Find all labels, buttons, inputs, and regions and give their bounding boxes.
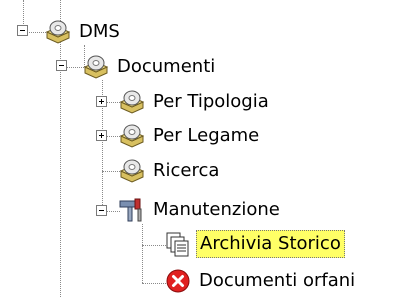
folder-cd-icon (83, 55, 109, 79)
error-icon (166, 269, 190, 293)
tree-node-label: Per Legame (153, 125, 260, 146)
tree-node-label: Documenti (117, 56, 216, 77)
navigation-tree: DMS Documenti Per Tipologia Per Legame R… (0, 0, 405, 297)
tools-icon (119, 198, 142, 222)
tree-node-per-tipologia[interactable]: Per Tipologia (118, 87, 272, 117)
folder-cd-icon (119, 90, 145, 114)
tree-node-documenti-orfani[interactable]: Documenti orfani (164, 266, 358, 296)
tree-node-label: Per Tipologia (153, 91, 269, 112)
tree-connector (142, 224, 143, 283)
collapse-toggle-manutenzione[interactable] (96, 205, 107, 216)
tree-node-label: DMS (79, 21, 120, 42)
tree-node-dms[interactable]: DMS (44, 17, 123, 47)
tree-node-ricerca[interactable]: Ricerca (118, 156, 222, 186)
tree-connector (142, 245, 166, 246)
tree-node-documenti[interactable]: Documenti (82, 52, 218, 82)
collapse-toggle-dms[interactable] (17, 25, 28, 36)
tree-node-label: Documenti orfani (199, 270, 356, 291)
expand-toggle-per-legame[interactable] (96, 130, 107, 141)
tree-connector (142, 283, 166, 284)
tree-node-label: Ricerca (153, 160, 220, 181)
tree-node-manutenzione[interactable]: Manutenzione (118, 195, 283, 225)
collapse-toggle-documenti[interactable] (56, 60, 67, 71)
tree-node-archivia-storico[interactable]: Archivia Storico (164, 229, 345, 259)
expand-toggle-per-tipologia[interactable] (96, 96, 107, 107)
tree-node-per-legame[interactable]: Per Legame (118, 121, 262, 151)
folder-cd-icon (119, 159, 145, 183)
tree-node-label: Archivia Storico (196, 230, 345, 258)
folder-cd-icon (119, 124, 145, 148)
tree-node-label: Manutenzione (153, 199, 280, 220)
folder-cd-icon (45, 20, 71, 44)
archive-documents-icon (166, 232, 189, 257)
